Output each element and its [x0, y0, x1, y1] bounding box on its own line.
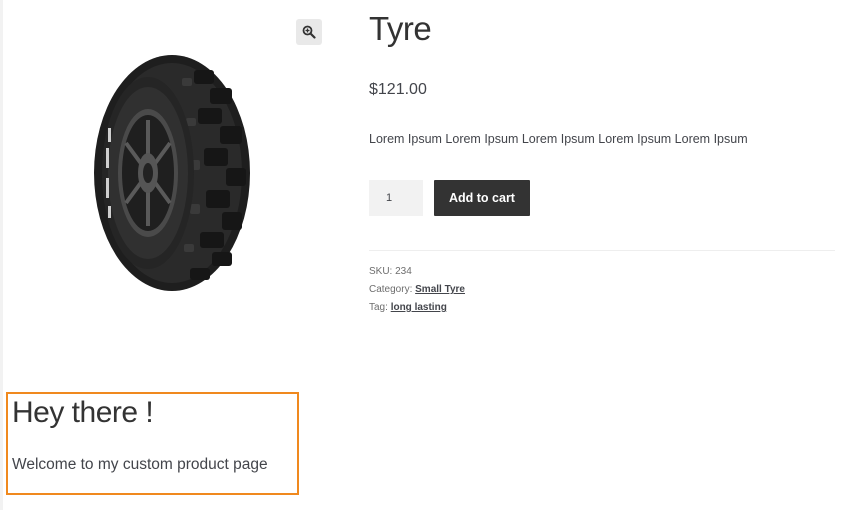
- welcome-box: Hey there ! Welcome to my custom product…: [6, 392, 299, 495]
- product-sku: SKU: 234: [369, 266, 412, 277]
- welcome-text: Welcome to my custom product page: [12, 456, 268, 473]
- welcome-title: Hey there !: [12, 396, 154, 429]
- sku-label: SKU:: [369, 266, 393, 277]
- product-title: Tyre: [369, 10, 432, 47]
- add-to-cart-button[interactable]: Add to cart: [434, 180, 530, 216]
- magnifier-zoom-icon: [302, 25, 316, 39]
- sku-value: 234: [395, 266, 412, 277]
- quantity-input[interactable]: [369, 180, 423, 216]
- tag-label: Tag:: [369, 302, 388, 313]
- zoom-button[interactable]: [296, 19, 322, 45]
- product-category: Category: Small Tyre: [369, 284, 465, 295]
- tag-link[interactable]: long lasting: [391, 302, 447, 313]
- category-label: Category:: [369, 284, 413, 295]
- tyre-image[interactable]: [86, 48, 258, 298]
- page-left-border: [0, 0, 3, 510]
- divider: [369, 250, 835, 251]
- product-price: $121.00: [369, 81, 427, 98]
- product-tag: Tag: long lasting: [369, 302, 447, 313]
- product-gallery: [10, 10, 330, 310]
- product-description: Lorem Ipsum Lorem Ipsum Lorem Ipsum Lore…: [369, 132, 748, 146]
- category-link[interactable]: Small Tyre: [415, 284, 465, 295]
